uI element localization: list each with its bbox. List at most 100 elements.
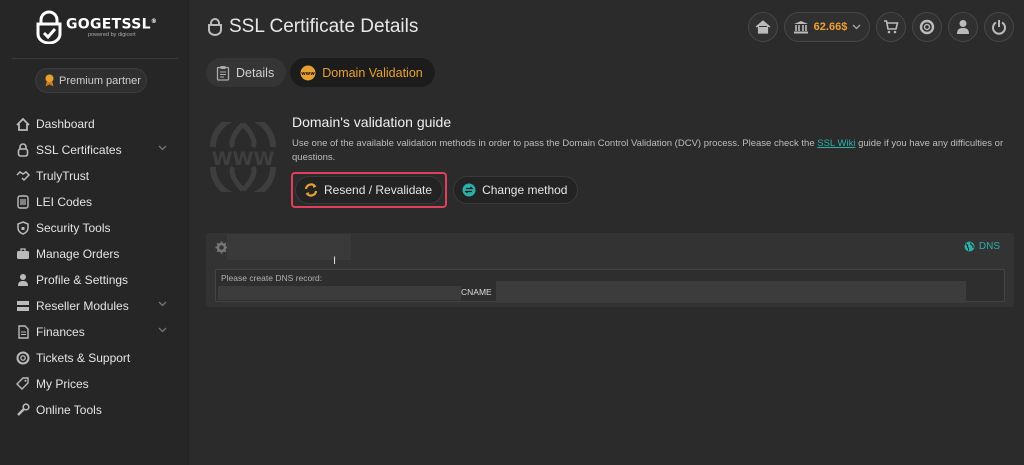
validation-actions: Resend / Revalidate Change method <box>291 172 579 208</box>
sidebar-item-trulytrust[interactable]: TrulyTrust <box>0 163 189 189</box>
profile-button[interactable] <box>948 12 978 42</box>
www-globe-icon: WWW <box>210 122 276 192</box>
sidebar-item-label: Manage Orders <box>36 247 120 261</box>
clipboard-icon <box>216 65 230 81</box>
partner-label: Premium partner <box>59 74 141 87</box>
guide-text-before: Use one of the available validation meth… <box>292 138 818 149</box>
chevron-down-icon <box>852 24 861 30</box>
swap-icon <box>462 183 476 197</box>
refresh-icon <box>304 183 318 197</box>
change-method-button[interactable]: Change method <box>453 176 579 204</box>
sidebar-item-label: My Prices <box>36 377 89 391</box>
brand-registered: ® <box>150 17 158 25</box>
ssl-wiki-link[interactable]: SSL Wiki <box>817 138 855 149</box>
sidebar-item-security-tools[interactable]: Security Tools <box>0 215 189 241</box>
home-icon <box>755 20 771 34</box>
dns-method-label: DNS <box>978 241 1000 252</box>
record-type: CNAME <box>461 287 492 297</box>
shield-icon <box>16 221 30 235</box>
dns-record-box: Please create DNS record: CNAME <box>215 269 1005 303</box>
page-title: SSL Certificate Details <box>207 16 418 38</box>
sidebar-item-label: Dashboard <box>36 117 95 131</box>
stack-icon <box>16 299 30 313</box>
sidebar-nav: Dashboard SSL Certificates TrulyTrust LE… <box>0 111 189 423</box>
handshake-icon <box>16 169 30 183</box>
power-icon <box>992 20 1006 35</box>
guide-title: Domain's validation guide <box>292 114 452 130</box>
sidebar-item-label: Online Tools <box>36 403 102 417</box>
balance-amount: 62.66$ <box>813 21 848 33</box>
sidebar-item-reseller-modules[interactable]: Reseller Modules <box>0 293 189 319</box>
sidebar-item-online-tools[interactable]: Online Tools <box>0 397 189 423</box>
sidebar-divider <box>12 58 178 59</box>
lock-icon <box>16 143 30 157</box>
record-label: Please create DNS record: <box>221 273 323 283</box>
logout-button[interactable] <box>984 12 1014 42</box>
sidebar-item-label: Profile & Settings <box>36 273 129 287</box>
logo-lock-icon <box>36 10 62 44</box>
home-button[interactable] <box>748 12 778 42</box>
globe-icon <box>964 241 975 252</box>
support-button[interactable] <box>912 12 942 42</box>
www-icon: www <box>300 65 316 80</box>
dns-validation-panel: I DNS Please create DNS record: CNAME <box>206 233 1014 307</box>
validation-guide: Domain's validation guide Use one of the… <box>292 114 1022 165</box>
panel-header: I DNS <box>206 233 1014 267</box>
wrench-icon <box>16 403 30 417</box>
resend-revalidate-button[interactable]: Resend / Revalidate <box>295 176 444 204</box>
sidebar-item-profile-settings[interactable]: Profile & Settings <box>0 267 189 293</box>
sidebar-item-label: Security Tools <box>36 221 111 235</box>
tab-bar: Details www Domain Validation <box>206 58 435 87</box>
document-icon <box>16 325 30 339</box>
bank-icon <box>793 21 808 34</box>
sidebar-item-my-prices[interactable]: My Prices <box>0 371 189 397</box>
lifebuoy-icon <box>919 19 935 35</box>
chevron-down-icon[interactable] <box>158 145 167 151</box>
redacted-record-value <box>496 281 966 303</box>
sidebar-item-label: Finances <box>36 325 85 339</box>
svg-text:www: www <box>301 71 315 77</box>
sidebar-item-lei-codes[interactable]: LEI Codes <box>0 189 189 215</box>
lifebuoy-icon <box>16 351 30 365</box>
sidebar-item-finances[interactable]: Finances <box>0 319 189 345</box>
brand-logo[interactable]: GOGETSSL® powered by digicert <box>34 10 157 44</box>
cart-button[interactable] <box>876 12 906 42</box>
dns-method-badge: DNS <box>964 241 1000 252</box>
medal-icon <box>45 74 54 87</box>
balance-dropdown[interactable]: 62.66$ <box>784 12 870 42</box>
resend-label: Resend / Revalidate <box>324 183 433 197</box>
sidebar-item-dashboard[interactable]: Dashboard <box>0 111 189 137</box>
brand-name: GOGETSSL <box>66 16 151 33</box>
premium-partner-badge[interactable]: Premium partner <box>35 68 147 93</box>
user-icon <box>957 20 969 34</box>
text-cursor: I <box>333 255 337 267</box>
sidebar-item-label: SSL Certificates <box>36 143 122 157</box>
sidebar-item-label: LEI Codes <box>36 195 93 209</box>
ssl-lock-icon <box>208 18 222 36</box>
brand-sub: powered by digicert <box>88 32 136 39</box>
highlight-box: Resend / Revalidate <box>291 172 448 208</box>
tags-icon <box>16 377 30 391</box>
briefcase-icon <box>16 247 30 261</box>
sidebar-item-ssl-certificates[interactable]: SSL Certificates <box>0 137 189 163</box>
barcode-icon <box>16 195 30 209</box>
svg-text:WWW: WWW <box>212 148 275 170</box>
tab-details[interactable]: Details <box>206 58 287 87</box>
sidebar-item-label: TrulyTrust <box>36 169 90 183</box>
chevron-down-icon[interactable] <box>158 301 167 307</box>
sidebar-item-tickets-support[interactable]: Tickets & Support <box>0 345 189 371</box>
guide-text: Use one of the available validation meth… <box>292 137 1022 165</box>
user-icon <box>16 273 30 287</box>
cart-icon <box>884 20 899 34</box>
redacted-record-host <box>218 286 461 300</box>
tab-label: Domain Validation <box>322 65 423 80</box>
page-title-text: SSL Certificate Details <box>229 16 419 37</box>
home-icon <box>16 117 30 131</box>
chevron-down-icon[interactable] <box>158 327 167 333</box>
sidebar-item-manage-orders[interactable]: Manage Orders <box>0 241 189 267</box>
sidebar-item-label: Tickets & Support <box>36 351 131 365</box>
sidebar-item-label: Reseller Modules <box>36 299 129 313</box>
tab-domain-validation[interactable]: www Domain Validation <box>290 58 435 87</box>
change-method-label: Change method <box>482 183 568 197</box>
sidebar: GOGETSSL® powered by digicert Premium pa… <box>0 0 189 465</box>
